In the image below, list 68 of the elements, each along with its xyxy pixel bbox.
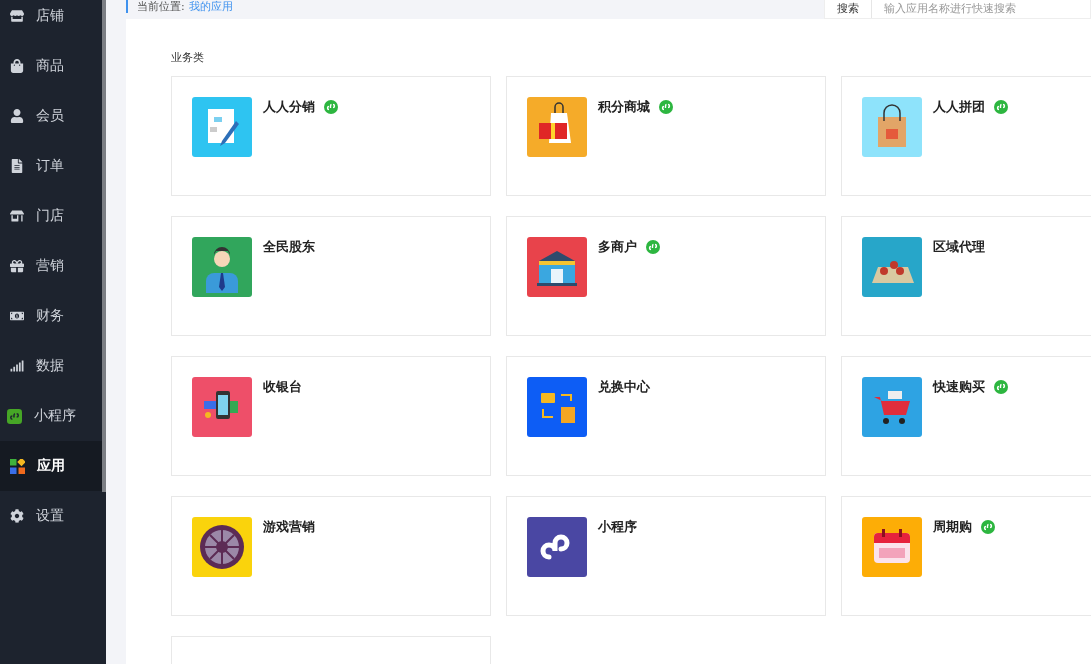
app-grid-icon [10, 458, 25, 474]
mini-program-icon [994, 100, 1008, 114]
app-title: 多商户 [598, 238, 637, 256]
app-title: 游戏营销 [263, 518, 315, 536]
app-card[interactable]: 全民股东 [171, 216, 491, 336]
app-title: 兑换中心 [598, 378, 650, 396]
shopping-cart-icon [862, 377, 922, 437]
app-card[interactable]: 积分商城 [506, 76, 826, 196]
section-title: 业务类 [171, 50, 205, 65]
app-card[interactable]: 快速购买 [841, 356, 1091, 476]
breadcrumb-label: 当前位置: [137, 0, 185, 13]
sidebar-item[interactable]: 营销 [0, 241, 102, 291]
app-card[interactable]: 多商户 [506, 216, 826, 336]
document-pencil-icon [192, 97, 252, 157]
mini-program-icon [981, 520, 995, 534]
search-field[interactable]: 搜索 输入应用名称进行快速搜索 [824, 0, 1091, 19]
sidebar-item[interactable]: 会员 [0, 91, 102, 141]
scrollbar-thumb[interactable] [102, 0, 106, 492]
gift-bag-icon [527, 97, 587, 157]
exchange-gift-icon [527, 377, 587, 437]
shopping-bag-icon [862, 97, 922, 157]
sidebar-item[interactable]: 订单 [0, 141, 102, 191]
app-card[interactable]: 区域代理 [841, 216, 1091, 336]
app-card[interactable]: 人人拼团 [841, 76, 1091, 196]
sidebar-item[interactable]: 商品 [0, 41, 102, 91]
app-title: 人人分销 [263, 98, 315, 116]
app-title: 快速购买 [933, 378, 985, 396]
app-card[interactable]: 人人分销 [171, 76, 491, 196]
app-title: 小程序 [598, 518, 637, 536]
app-title: 人人拼团 [933, 98, 985, 116]
app-card[interactable]: 兑换中心 [506, 356, 826, 476]
sidebar-item[interactable]: 设置 [0, 491, 102, 541]
sidebar-item[interactable]: 财务 [0, 291, 102, 341]
sidebar-item[interactable]: 应用 [0, 441, 102, 491]
calendar-icon [862, 517, 922, 577]
bar-chart-icon [10, 359, 24, 373]
app-title: 周期购 [933, 518, 972, 536]
shop-icon [10, 209, 24, 223]
user-icon [10, 109, 24, 123]
app-card[interactable]: 游戏营销 [171, 496, 491, 616]
gift-icon [10, 259, 24, 273]
link-logo-icon [527, 517, 587, 577]
sidebar-item[interactable]: 小程序 [0, 391, 102, 441]
mini-program-icon [994, 380, 1008, 394]
mini-program-icon [7, 408, 22, 424]
sidebar-item[interactable]: 数据 [0, 341, 102, 391]
app-title: 全民股东 [263, 238, 315, 256]
document-icon [10, 159, 24, 173]
app-card[interactable]: 小程序 [506, 496, 826, 616]
map-pins-icon [862, 237, 922, 297]
storefront-icon [527, 237, 587, 297]
app-card[interactable]: 周期购 [841, 496, 1091, 616]
bag-icon [10, 59, 24, 73]
phone-payment-icon [192, 377, 252, 437]
app-title: 收银台 [263, 378, 302, 396]
prize-wheel-icon [192, 517, 252, 577]
mini-program-icon [659, 100, 673, 114]
sidebar-item[interactable]: 店铺 [0, 0, 102, 41]
mini-program-icon [646, 240, 660, 254]
sidebar-item[interactable]: 门店 [0, 191, 102, 241]
app-card[interactable]: 收银台 [171, 356, 491, 476]
businessman-icon [192, 237, 252, 297]
store-icon [10, 9, 24, 23]
money-icon [10, 309, 24, 323]
settings-icon [10, 509, 24, 523]
app-title: 积分商城 [598, 98, 650, 116]
app-title: 区域代理 [933, 238, 985, 256]
mini-program-icon [324, 100, 338, 114]
